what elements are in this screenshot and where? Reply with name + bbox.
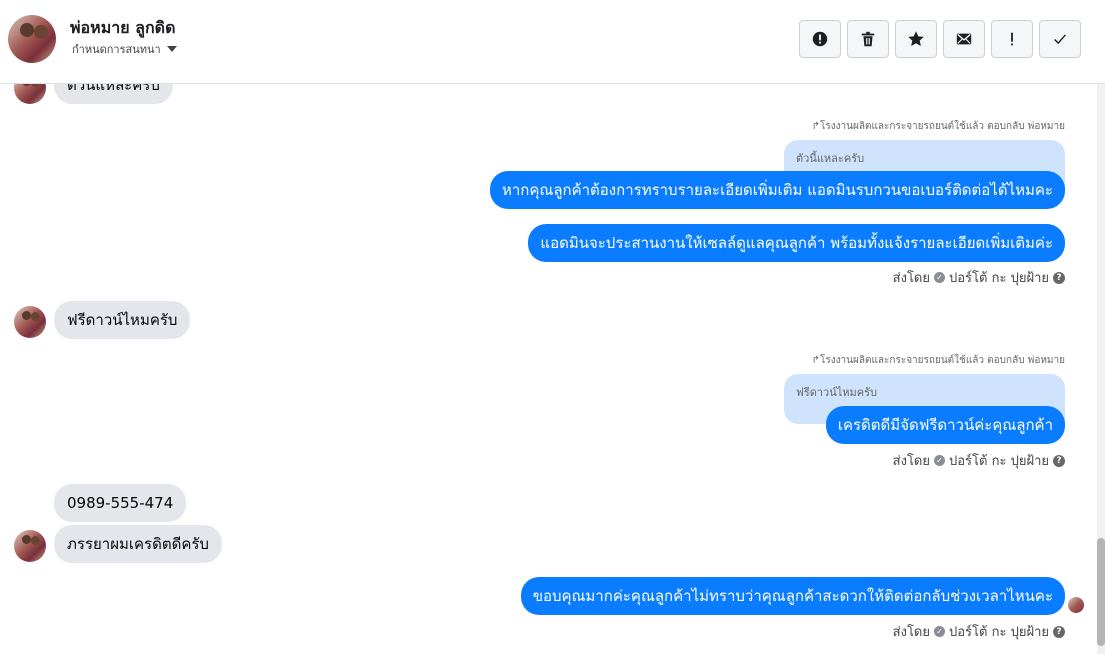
incoming-message[interactable]: ฟรีดาวน์ไหมครับ	[54, 301, 191, 339]
star-icon	[908, 31, 924, 47]
conversation-schedule-label: กำหนดการสนทนา	[72, 43, 161, 56]
sent-by-info: ส่งโดย ✓ ปอร์โต้ กะ ปุยฝ้าย ?	[893, 621, 1065, 642]
message-thread: ตัวนี้แหละครับ ↱โรงงานผลิตและกระจายรถยนต…	[0, 84, 1097, 654]
outgoing-message[interactable]: หากคุณลูกค้าต้องการทราบรายละเอียดเพิ่มเต…	[489, 171, 1065, 209]
verified-icon: ✓	[934, 272, 945, 283]
sender-avatar	[14, 306, 46, 338]
outgoing-message[interactable]: ขอบคุณมากค่ะคุณลูกค้าไม่ทราบว่าคุณลูกค้า…	[520, 577, 1065, 615]
envelope-icon	[956, 33, 972, 45]
help-icon[interactable]: ?	[1053, 625, 1065, 638]
mark-unread-button[interactable]	[943, 20, 985, 58]
conversation-header: พ่อหมาย ลูกดิด กำหนดการสนทนา	[0, 0, 1105, 84]
caret-down-icon	[166, 46, 177, 52]
sent-by-info: ส่งโดย ✓ ปอร์โต้ กะ ปุยฝ้าย ?	[893, 450, 1065, 471]
sent-by-info: ส่งโดย ✓ ปอร์โต้ กะ ปุยฝ้าย ?	[893, 267, 1065, 288]
mark-done-button[interactable]	[1039, 20, 1081, 58]
contact-name[interactable]: พ่อหมาย ลูกดิด	[70, 16, 175, 41]
sender-avatar	[14, 84, 46, 104]
delete-button[interactable]	[847, 20, 889, 58]
check-icon	[1054, 34, 1066, 45]
conversation-toolbar	[799, 20, 1081, 58]
exclamation-icon	[1011, 32, 1013, 46]
outgoing-message[interactable]: เครดิตดีมีจัดฟรีดาวน์ค่ะคุณลูกค้า	[825, 406, 1065, 444]
sender-name[interactable]: ปอร์โต้ กะ ปุยฝ้าย	[949, 267, 1049, 288]
contact-avatar[interactable]	[8, 15, 56, 63]
outgoing-message[interactable]: แอดมินจะประสานงานให้เซลล์ดูแลคุณลูกค้า พ…	[528, 224, 1065, 262]
seen-indicator-avatar	[1068, 597, 1084, 613]
thread-scrollbar-thumb[interactable]	[1097, 538, 1105, 646]
incoming-message[interactable]: ตัวนี้แหละครับ	[54, 84, 173, 104]
conversation-schedule-dropdown[interactable]: กำหนดการสนทนา	[72, 40, 177, 58]
verified-icon: ✓	[934, 626, 945, 637]
trash-icon	[861, 31, 875, 47]
help-icon[interactable]: ?	[1053, 454, 1065, 467]
sender-avatar	[14, 530, 46, 562]
sender-name[interactable]: ปอร์โต้ กะ ปุยฝ้าย	[949, 621, 1049, 642]
mark-important-button[interactable]	[991, 20, 1033, 58]
reply-meta: ↱โรงงานผลิตและกระจายรถยนต์ใช้แล้ว ตอบกลั…	[811, 355, 1065, 366]
alert-circle-icon	[812, 31, 828, 47]
incoming-message[interactable]: ภรรยาผมเครดิตดีครับ	[54, 525, 222, 563]
sender-name[interactable]: ปอร์โต้ กะ ปุยฝ้าย	[949, 450, 1049, 471]
report-button[interactable]	[799, 20, 841, 58]
verified-icon: ✓	[934, 455, 945, 466]
reply-meta: ↱โรงงานผลิตและกระจายรถยนต์ใช้แล้ว ตอบกลั…	[811, 121, 1065, 132]
incoming-message[interactable]: 0989-555-474	[54, 484, 187, 522]
help-icon[interactable]: ?	[1053, 271, 1065, 284]
reply-arrow-icon: ↱	[811, 355, 821, 366]
star-button[interactable]	[895, 20, 937, 58]
reply-arrow-icon: ↱	[811, 121, 821, 132]
